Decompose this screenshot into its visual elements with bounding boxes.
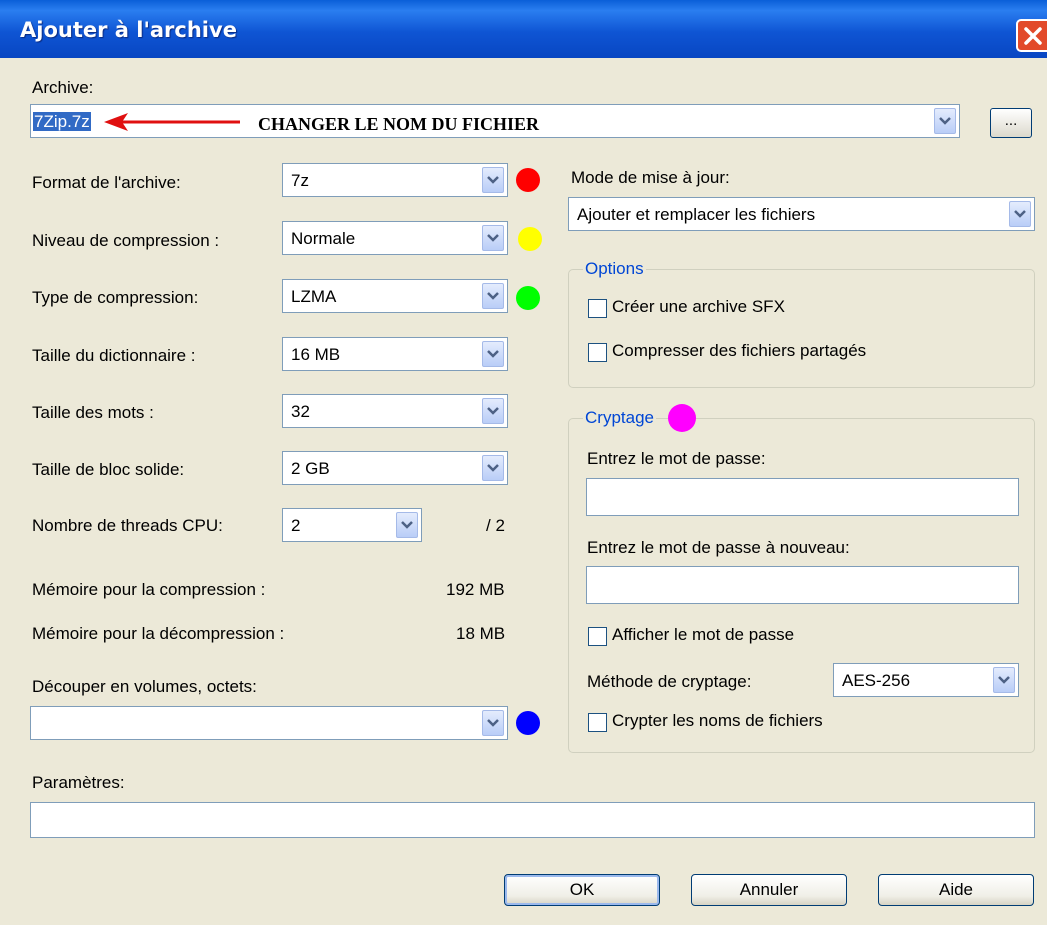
close-icon — [1024, 27, 1042, 45]
encrypt-filenames-checkbox[interactable] — [588, 713, 607, 732]
solid-block-size-dropdown-arrow[interactable] — [482, 455, 504, 481]
word-size-label: Taille des mots : — [32, 403, 154, 422]
chevron-down-icon — [1014, 210, 1026, 218]
compression-memory-value: 192 MB — [446, 580, 505, 599]
compression-type-label: Type de compression: — [32, 288, 199, 307]
cpu-threads-max: / 2 — [486, 516, 505, 535]
yellow-marker-dot — [518, 227, 542, 251]
dictionary-size-dropdown-arrow[interactable] — [482, 341, 504, 367]
cpu-threads-select[interactable]: 2 — [282, 508, 422, 542]
format-dropdown-arrow[interactable] — [482, 167, 504, 193]
red-arrow-annotation — [104, 113, 240, 131]
encryption-method-dropdown-arrow[interactable] — [993, 667, 1015, 693]
ok-button[interactable]: OK — [504, 874, 660, 906]
update-mode-value: Ajouter et remplacer les fichiers — [577, 205, 816, 224]
red-marker-dot — [516, 168, 540, 192]
show-password-checkbox[interactable] — [588, 627, 607, 646]
compression-level-value: Normale — [291, 229, 356, 248]
cpu-threads-label: Nombre de threads CPU: — [32, 516, 223, 535]
word-size-select[interactable]: 32 — [282, 394, 508, 428]
chevron-down-icon — [998, 676, 1010, 684]
encryption-method-value: AES-256 — [842, 671, 911, 690]
solid-block-size-label: Taille de bloc solide: — [32, 460, 185, 479]
chevron-down-icon — [487, 407, 499, 415]
compress-shared-checkbox[interactable] — [588, 343, 607, 362]
update-mode-label: Mode de mise à jour: — [571, 168, 730, 187]
green-marker-dot — [516, 286, 540, 310]
compress-shared-label[interactable]: Compresser des fichiers partagés — [612, 341, 866, 361]
cpu-threads-dropdown-arrow[interactable] — [396, 512, 418, 538]
split-volumes-label: Découper en volumes, octets: — [32, 677, 257, 696]
close-button[interactable] — [1016, 19, 1047, 52]
browse-button[interactable]: ... — [990, 108, 1032, 138]
cpu-threads-value: 2 — [291, 516, 301, 535]
title-bar[interactable]: Ajouter à l'archive — [0, 0, 1047, 58]
encryption-method-label: Méthode de cryptage: — [587, 672, 752, 691]
chevron-down-icon — [939, 117, 951, 125]
chevron-down-icon — [487, 234, 499, 242]
dialog-window: Ajouter à l'archive Archive: 7Zip.7z CHA… — [0, 0, 1047, 925]
compression-level-dropdown-arrow[interactable] — [482, 225, 504, 251]
archive-name-value[interactable]: 7Zip.7z — [33, 112, 91, 131]
compression-type-value: LZMA — [291, 287, 337, 306]
chevron-down-icon — [487, 350, 499, 358]
magenta-marker-dot — [668, 404, 696, 432]
solid-block-size-select[interactable]: 2 GB — [282, 451, 508, 485]
decompression-memory-label: Mémoire pour la décompression : — [32, 624, 285, 643]
options-group — [568, 269, 1035, 388]
decompression-memory-value: 18 MB — [456, 624, 506, 643]
create-sfx-label[interactable]: Créer une archive SFX — [612, 297, 785, 317]
compression-memory-label: Mémoire pour la compression : — [32, 580, 266, 599]
parameters-input[interactable] — [30, 802, 1035, 838]
window-title: Ajouter à l'archive — [20, 18, 237, 42]
password-confirm-input[interactable] — [586, 566, 1019, 604]
parameters-label: Paramètres: — [32, 773, 125, 792]
archive-dropdown-arrow[interactable] — [934, 108, 956, 134]
encryption-legend: Cryptage — [583, 408, 656, 428]
compression-level-label: Niveau de compression : — [32, 231, 220, 250]
format-label: Format de l'archive: — [32, 173, 181, 192]
split-volumes-combo[interactable] — [30, 706, 508, 740]
word-size-dropdown-arrow[interactable] — [482, 398, 504, 424]
compression-level-select[interactable]: Normale — [282, 221, 508, 255]
chevron-down-icon — [487, 719, 499, 727]
chevron-down-icon — [487, 292, 499, 300]
dictionary-size-label: Taille du dictionnaire : — [32, 346, 196, 365]
chevron-down-icon — [487, 176, 499, 184]
dictionary-size-select[interactable]: 16 MB — [282, 337, 508, 371]
split-volumes-dropdown-arrow[interactable] — [482, 710, 504, 736]
compression-type-select[interactable]: LZMA — [282, 279, 508, 313]
rename-annotation-text: CHANGER LE NOM DU FICHIER — [258, 114, 540, 134]
solid-block-size-value: 2 GB — [291, 459, 330, 478]
password-confirm-label: Entrez le mot de passe à nouveau: — [587, 538, 850, 557]
chevron-down-icon — [401, 521, 413, 529]
compression-type-dropdown-arrow[interactable] — [482, 283, 504, 309]
dictionary-size-value: 16 MB — [291, 345, 341, 364]
password-label: Entrez le mot de passe: — [587, 449, 766, 468]
format-select[interactable]: 7z — [282, 163, 508, 197]
blue-marker-dot — [516, 711, 540, 735]
encrypt-filenames-label[interactable]: Crypter les noms de fichiers — [612, 711, 823, 731]
update-mode-select[interactable]: Ajouter et remplacer les fichiers — [568, 197, 1035, 231]
create-sfx-checkbox[interactable] — [588, 299, 607, 318]
cancel-button[interactable]: Annuler — [691, 874, 847, 906]
word-size-value: 32 — [291, 402, 310, 421]
archive-label: Archive: — [32, 78, 94, 97]
help-button[interactable]: Aide — [878, 874, 1034, 906]
format-value: 7z — [291, 171, 309, 190]
password-input[interactable] — [586, 478, 1019, 516]
chevron-down-icon — [487, 464, 499, 472]
show-password-label[interactable]: Afficher le mot de passe — [612, 625, 794, 645]
encryption-method-select[interactable]: AES-256 — [833, 663, 1019, 697]
update-mode-dropdown-arrow[interactable] — [1009, 201, 1031, 227]
options-legend: Options — [583, 259, 646, 279]
